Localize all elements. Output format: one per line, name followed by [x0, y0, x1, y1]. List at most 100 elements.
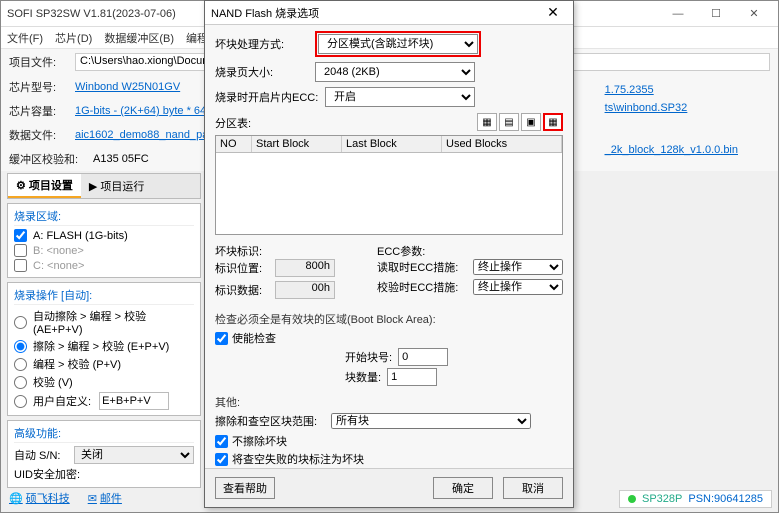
stray-version[interactable]: 1.75.2355 [605, 81, 738, 99]
no-erase-bad-label: 不擦除坏块 [232, 433, 287, 449]
nand-options-dialog: NAND Flash 烧录选项 ✕ 坏块处理方式: 分区模式(含跳过坏块) 烧录… [204, 0, 574, 508]
tab-project-run-label: 项目运行 [100, 178, 144, 194]
menu-chip[interactable]: 芯片(D) [55, 30, 92, 46]
section-other: 其他: 擦除和查空区块范围:所有块 不擦除坏块 将查空失败的块标注为坏块 不烧录… [215, 394, 563, 468]
ecc-label: 烧录时开启片内ECC: [215, 89, 325, 105]
chk-mark-failed-bad[interactable] [215, 453, 228, 466]
pagesize-select[interactable]: 2048 (2KB) [315, 62, 475, 82]
chk-area-a[interactable] [14, 229, 27, 242]
cancel-button[interactable]: 取消 [503, 477, 563, 499]
ecc-verify-select[interactable]: 终止操作 [473, 279, 563, 295]
stray-file[interactable]: _2k_block_128k_v1.0.0.bin [605, 141, 738, 159]
chk-area-b[interactable] [14, 244, 27, 257]
data-file-label: 数据文件: [9, 127, 69, 143]
link-company-label: 硕飞科技 [26, 490, 70, 506]
chk-area-c[interactable] [14, 259, 27, 272]
maximize-button[interactable]: ☐ [698, 3, 734, 25]
project-file-label: 项目文件: [9, 54, 69, 70]
startblock-label: 开始块号: [345, 349, 392, 365]
partition-tool-1-icon[interactable]: ▦ [477, 113, 497, 131]
partition-tool-3-icon[interactable]: ▣ [521, 113, 541, 131]
auto-sn-label: 自动 S/N: [14, 447, 70, 463]
statusbar: SP328P PSN:90641285 [619, 490, 772, 508]
dialog-close-button[interactable]: ✕ [539, 4, 567, 21]
help-button[interactable]: 查看帮助 [215, 477, 275, 499]
section-bootarea: 检查必须全是有效块的区域(Boot Block Area): 使能检查 开始块号… [215, 311, 563, 386]
uid-label: UID安全加密: [14, 466, 80, 482]
th-no: NO [216, 136, 252, 152]
right-stray-text: 1.75.2355 ts\winbond.SP32 _2k_block_128k… [605, 81, 738, 159]
partition-tool-2-icon[interactable]: ▤ [499, 113, 519, 131]
menu-file[interactable]: 文件(F) [7, 30, 43, 46]
partition-table[interactable]: NO Start Block Last Block Used Blocks [215, 135, 563, 235]
pagesize-label: 烧录页大小: [215, 64, 315, 80]
chk-enable-bootcheck[interactable] [215, 332, 228, 345]
tabstrip: ⚙ 项目设置 ▶ 项目运行 [7, 173, 201, 199]
globe-icon: 🌐 [9, 492, 23, 505]
op-custom-label: 用户自定义: [33, 393, 91, 409]
close-button[interactable]: ✕ [736, 3, 772, 25]
crc-label: 缓冲区校验和: [9, 151, 87, 167]
radio-epv[interactable] [14, 340, 27, 353]
blockcount-input[interactable] [387, 368, 437, 386]
window-controls: — ☐ ✕ [660, 3, 772, 25]
row-pagesize: 烧录页大小: 2048 (2KB) [215, 62, 563, 82]
stray-path[interactable]: ts\winbond.SP32 [605, 99, 738, 117]
link-company[interactable]: 🌐硕飞科技 [9, 490, 70, 506]
menu-buffer[interactable]: 数据缓冲区(B) [104, 30, 174, 46]
group-burn-area: 烧录区域: A: FLASH (1G-bits) B: <none> C: <n… [7, 203, 201, 278]
th-usedblocks: Used Blocks [442, 136, 562, 152]
erase-scope-select[interactable]: 所有块 [331, 413, 531, 429]
eccparam-title: ECC参数: [377, 243, 563, 259]
ecc-verify-label: 校验时ECC措施: [377, 279, 467, 295]
badmark-data-label: 标识数据: [215, 282, 269, 298]
two-col: 坏块标识: 标识位置:800h 标识数据:00h ECC参数: 读取时ECC措施… [215, 243, 563, 303]
ecc-read-select[interactable]: 终止操作 [473, 259, 563, 275]
radio-aepv[interactable] [14, 316, 27, 329]
partition-tool-4-icon[interactable]: ▦ [543, 113, 563, 131]
minimize-button[interactable]: — [660, 3, 696, 25]
gear-icon: ⚙ [16, 179, 26, 192]
link-mail[interactable]: ✉邮件 [88, 490, 122, 506]
chk-no-erase-bad[interactable] [215, 435, 228, 448]
radio-v[interactable] [14, 376, 27, 389]
dialog-title: NAND Flash 烧录选项 [211, 5, 539, 21]
op-aepv-label: 自动擦除 > 编程 > 校验 (AE+P+V) [33, 308, 194, 336]
th-startblock: Start Block [252, 136, 342, 152]
radio-pv[interactable] [14, 358, 27, 371]
badblock-highlight: 分区模式(含跳过坏块) [315, 31, 481, 57]
dialog-body: 坏块处理方式: 分区模式(含跳过坏块) 烧录页大小: 2048 (2KB) 烧录… [205, 25, 573, 468]
tab-project-settings[interactable]: ⚙ 项目设置 [8, 174, 81, 198]
custom-op-input[interactable] [99, 392, 169, 410]
ok-button[interactable]: 确定 [433, 477, 493, 499]
dialog-titlebar: NAND Flash 烧录选项 ✕ [205, 1, 573, 25]
left-panel: ⚙ 项目设置 ▶ 项目运行 烧录区域: A: FLASH (1G-bits) B… [7, 173, 201, 488]
tab-project-run[interactable]: ▶ 项目运行 [81, 174, 152, 198]
startblock-input[interactable] [398, 348, 448, 366]
play-icon: ▶ [89, 180, 97, 193]
row-ecc: 烧录时开启片内ECC: 开启 [215, 87, 563, 107]
burn-ops-title: 烧录操作 [自动]: [14, 287, 194, 305]
enable-bootcheck-label: 使能检查 [232, 330, 276, 346]
ecc-select[interactable]: 开启 [325, 87, 475, 107]
badmark-pos-value: 800h [275, 259, 335, 277]
crc-value: A135 05FC [93, 153, 149, 165]
col-badmark: 坏块标识: 标识位置:800h 标识数据:00h [215, 243, 357, 303]
ecc-read-label: 读取时ECC措施: [377, 259, 467, 275]
op-pv-label: 编程 > 校验 (P+V) [33, 356, 121, 372]
op-epv-label: 擦除 > 编程 > 校验 (E+P+V) [33, 338, 169, 354]
bottom-links: 🌐硕飞科技 ✉邮件 [9, 490, 122, 506]
op-v-label: 校验 (V) [33, 374, 73, 390]
partition-thead: NO Start Block Last Block Used Blocks [216, 136, 562, 153]
radio-custom[interactable] [14, 395, 27, 408]
advanced-title: 高级功能: [14, 425, 194, 443]
auto-sn-select[interactable]: 关闭 [74, 446, 194, 464]
col-eccparam: ECC参数: 读取时ECC措施: 终止操作 校验时ECC措施: 终止操作 [377, 243, 563, 303]
th-lastblock: Last Block [342, 136, 442, 152]
badmark-title: 坏块标识: [215, 243, 357, 259]
status-model: SP328P [642, 493, 682, 505]
blockcount-label: 块数量: [345, 369, 381, 385]
badblock-mode-select[interactable]: 分区模式(含跳过坏块) [318, 34, 478, 54]
burn-area-title: 烧录区域: [14, 208, 194, 226]
status-psn: PSN:90641285 [688, 493, 763, 505]
